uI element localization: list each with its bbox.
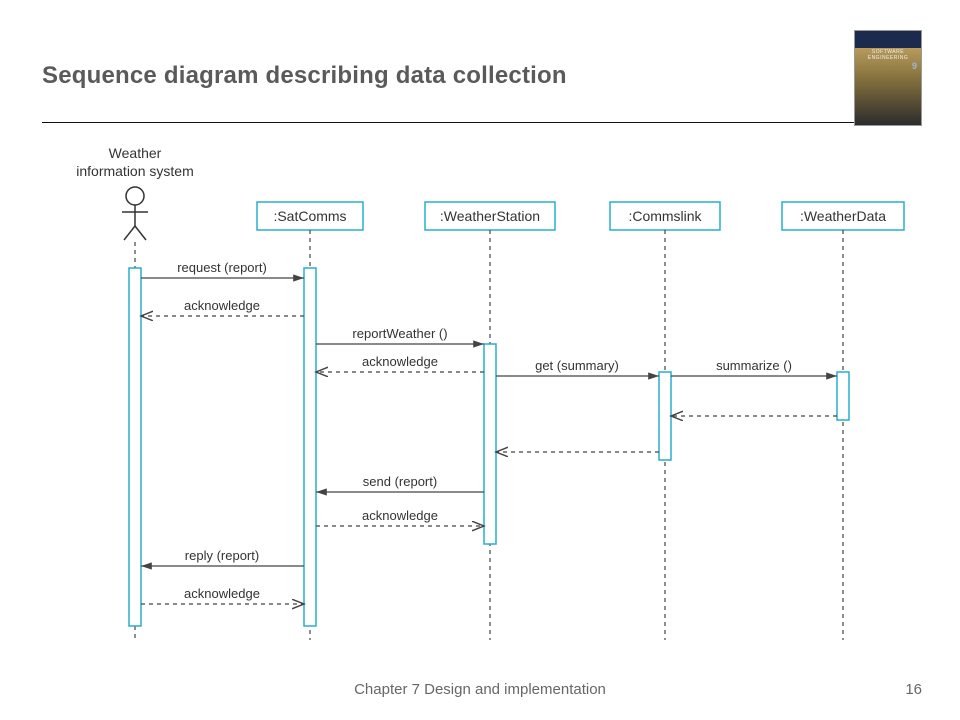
msg-request-report-label: request (report) [177,260,267,275]
msg-summarize-label: summarize () [716,358,792,373]
msg-ack-3-label: acknowledge [362,508,438,523]
lifeline-weatherdata-label: :WeatherData [800,208,886,224]
activation-weatherstation [484,344,496,544]
activation-commslink [659,372,671,460]
actor-label-2: information system [76,163,193,179]
activation-satcomms [304,268,316,626]
slide-title: Sequence diagram describing data collect… [42,62,567,90]
lifeline-satcomms-label: :SatComms [273,208,346,224]
lifeline-weatherstation-label: :WeatherStation [440,208,540,224]
lifeline-commslink-label: :Commslink [628,208,702,224]
slide: Sequence diagram describing data collect… [0,0,960,720]
sequence-diagram: Weather information system :SatComms :We… [40,140,930,660]
lifeline-weatherdata: :WeatherData [782,202,904,640]
msg-reportweather-label: reportWeather () [352,326,447,341]
msg-send-report-label: send (report) [363,474,437,489]
activation-actor [129,268,141,626]
msg-get-summary-label: get (summary) [535,358,619,373]
actor-label-1: Weather [109,145,162,161]
msg-reply-report-label: reply (report) [185,548,259,563]
msg-ack-4-label: acknowledge [184,586,260,601]
footer-text: Chapter 7 Design and implementation [0,681,960,698]
activation-weatherdata [837,372,849,420]
msg-ack-1-label: acknowledge [184,298,260,313]
divider [42,122,919,123]
page-number: 16 [905,681,922,698]
book-cover-image [854,30,922,126]
msg-ack-2-label: acknowledge [362,354,438,369]
